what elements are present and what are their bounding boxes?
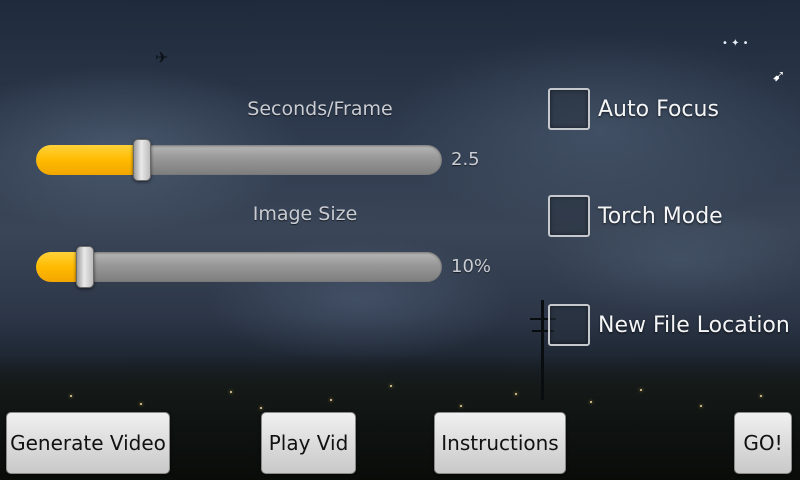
torch-mode-checkbox[interactable]	[548, 195, 590, 237]
generate-video-button[interactable]: Generate Video	[6, 412, 170, 474]
play-vid-button[interactable]: Play Vid	[261, 412, 356, 474]
new-file-location-label: New File Location	[598, 312, 790, 338]
seconds-frame-track	[36, 145, 442, 175]
auto-focus-row[interactable]: Auto Focus	[548, 88, 719, 130]
image-size-value: 10%	[451, 256, 492, 277]
torch-mode-row[interactable]: Torch Mode	[548, 195, 723, 237]
seconds-frame-value: 2.5	[451, 149, 480, 170]
image-size-track	[36, 252, 442, 282]
auto-focus-label: Auto Focus	[598, 96, 719, 122]
arrow-cursor-icon: ➹	[772, 66, 786, 85]
seconds-frame-fill	[36, 145, 142, 175]
torch-mode-label: Torch Mode	[598, 203, 723, 229]
auto-focus-checkbox[interactable]	[548, 88, 590, 130]
instructions-button[interactable]: Instructions	[434, 412, 566, 474]
seconds-frame-slider[interactable]	[36, 139, 442, 181]
seconds-frame-thumb[interactable]	[133, 139, 151, 181]
star-cluster: • ✦ •	[722, 38, 749, 49]
go-button[interactable]: GO!	[734, 412, 792, 474]
image-size-slider[interactable]	[36, 246, 442, 288]
new-file-location-checkbox[interactable]	[548, 304, 590, 346]
image-size-label: Image Size	[252, 203, 358, 225]
new-file-location-row[interactable]: New File Location	[548, 304, 790, 346]
image-size-thumb[interactable]	[76, 246, 94, 288]
seconds-frame-label: Seconds/Frame	[247, 98, 393, 120]
airplane-icon: ✈	[155, 48, 169, 67]
utility-pole	[541, 300, 544, 400]
